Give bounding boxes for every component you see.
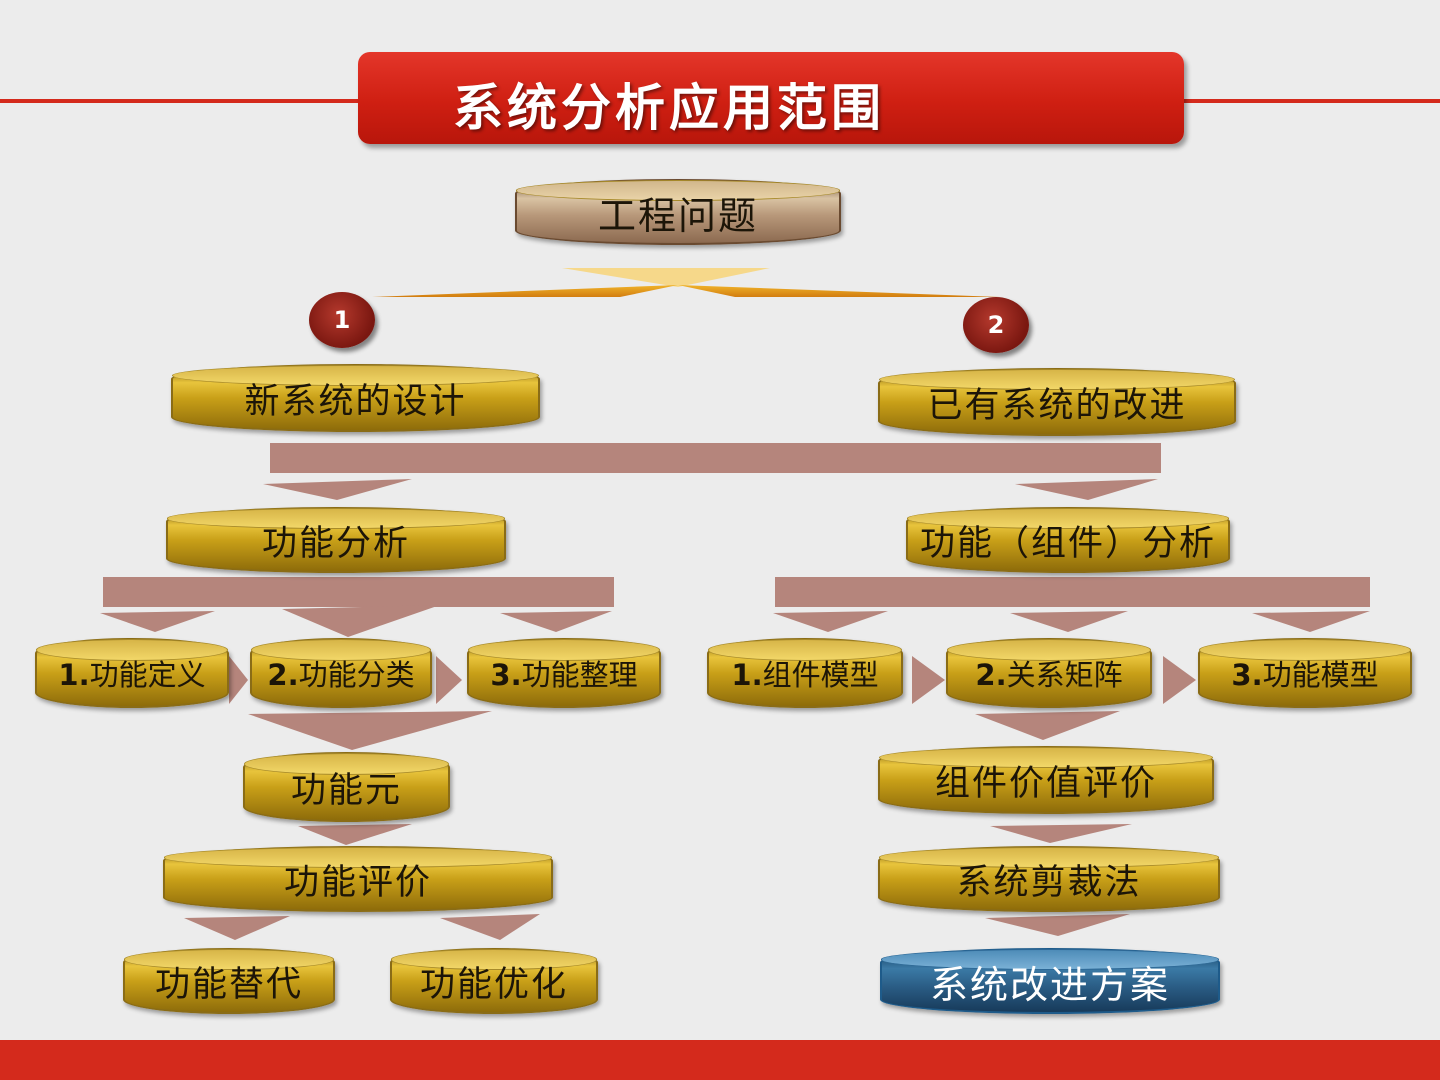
component-value-evaluation-node: 组件价值评价 (878, 746, 1214, 814)
branch1-node: 新系统的设计 (171, 364, 540, 432)
branch-bar (270, 443, 1161, 473)
branch2-number-badge: 2 (963, 297, 1029, 353)
right-step-bar (775, 577, 1370, 607)
system-improvement-plan-node: 系统改进方案 (880, 948, 1220, 1014)
function-evaluation-node: 功能评价 (163, 846, 553, 912)
function-element-node: 功能元 (243, 752, 450, 822)
branch1-number-badge: 1 (309, 292, 375, 348)
step-function-model: 3.功能模型 (1198, 638, 1412, 708)
root-node: 工程问题 (515, 179, 841, 245)
function-optimization-node: 功能优化 (390, 948, 598, 1014)
function-analysis-node: 功能分析 (166, 507, 506, 573)
function-substitution-node: 功能替代 (123, 948, 335, 1014)
step-relation-matrix: 2.关系矩阵 (946, 638, 1152, 708)
root-split-connector (372, 268, 1000, 297)
step-function-classification: 2.功能分类 (250, 638, 432, 708)
step-function-arrangement: 3.功能整理 (467, 638, 661, 708)
step-component-model: 1.组件模型 (707, 638, 903, 708)
branch2-node: 已有系统的改进 (878, 368, 1236, 436)
component-analysis-node: 功能（组件）分析 (906, 507, 1230, 573)
footer-bar (0, 1040, 1440, 1080)
system-trimming-node: 系统剪裁法 (878, 846, 1220, 912)
step-function-definition: 1.功能定义 (35, 638, 229, 708)
left-step-bar (103, 577, 614, 607)
